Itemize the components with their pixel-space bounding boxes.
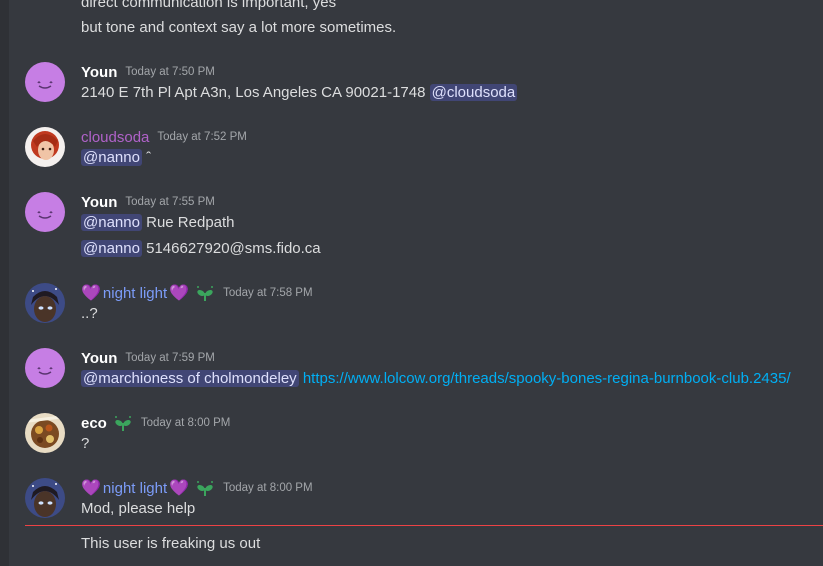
message-text: ˆ — [146, 149, 152, 166]
purple-heart-icon: 💜 — [169, 480, 190, 497]
user-mention[interactable]: @marchioness of cholmondeley — [81, 370, 299, 387]
author-name[interactable]: Youn — [81, 194, 117, 211]
message-text: Mod, please help — [81, 500, 196, 517]
message-line: @nanno 5146627920@sms.fido.ca — [81, 240, 321, 257]
timestamp: Today at 7:58 PM — [223, 287, 313, 299]
timestamp: Today at 7:59 PM — [125, 352, 215, 364]
message-link[interactable]: https://www.lolcow.org/threads/spooky-bo… — [303, 370, 791, 387]
purple-heart-icon: 💜 — [81, 285, 101, 302]
purple-heart-icon: 💜 — [81, 480, 101, 497]
sprout-icon[interactable] — [113, 414, 133, 432]
message-text: ? — [81, 435, 90, 452]
message-line: ? — [81, 435, 89, 452]
avatar[interactable] — [25, 478, 65, 518]
message-line: @marchioness of cholmondeley https://www… — [81, 370, 791, 387]
message-line: direct communication is important, yes — [81, 0, 337, 11]
message-line: but tone and context say a lot more some… — [81, 19, 397, 36]
avatar[interactable] — [25, 62, 65, 102]
sprout-icon[interactable] — [195, 284, 215, 302]
user-mention[interactable]: @cloudsoda — [429, 84, 518, 101]
timestamp: Today at 8:00 PM — [223, 482, 313, 494]
message-line: ..? — [81, 305, 98, 322]
author-name[interactable]: night light — [103, 285, 167, 302]
user-mention[interactable]: @nanno — [81, 214, 142, 231]
message-line: 2140 E 7th Pl Apt A3n, Los Angeles CA 90… — [81, 84, 518, 101]
author-name[interactable]: cloudsoda — [81, 129, 149, 146]
timestamp: Today at 7:52 PM — [157, 131, 247, 143]
message-line: Mod, please help — [81, 500, 195, 517]
avatar[interactable] — [25, 127, 65, 167]
author-name[interactable]: Youn — [81, 64, 117, 81]
timestamp: Today at 8:00 PM — [140, 417, 231, 429]
sprout-icon[interactable] — [195, 479, 215, 497]
message-line: This user is freaking us out — [81, 535, 261, 552]
author-name[interactable]: eco — [81, 415, 107, 432]
timestamp: Today at 7:55 PM — [125, 196, 215, 208]
left-gutter — [0, 0, 9, 566]
message-text: 2140 E 7th Pl Apt A3n, Los Angeles CA 90… — [81, 84, 426, 101]
avatar[interactable] — [25, 413, 65, 453]
timestamp: Today at 7:50 PM — [125, 66, 215, 78]
user-mention[interactable]: @nanno — [81, 149, 142, 166]
message-line: @nanno Rue Redpath — [81, 214, 235, 231]
author-name[interactable]: night light — [103, 480, 167, 497]
purple-heart-icon: 💜 — [169, 285, 190, 302]
avatar[interactable] — [25, 192, 65, 232]
new-messages-divider — [25, 525, 823, 526]
avatar[interactable] — [25, 283, 65, 323]
user-mention[interactable]: @nanno — [81, 240, 142, 257]
author-name[interactable]: Youn — [81, 350, 117, 367]
avatar[interactable] — [25, 348, 65, 388]
message-text: 5146627920@sms.fido.ca — [146, 240, 321, 257]
message-text: Rue Redpath — [146, 214, 235, 231]
message-line: @nanno ˆ — [81, 149, 151, 166]
message-text: ..? — [81, 305, 98, 322]
